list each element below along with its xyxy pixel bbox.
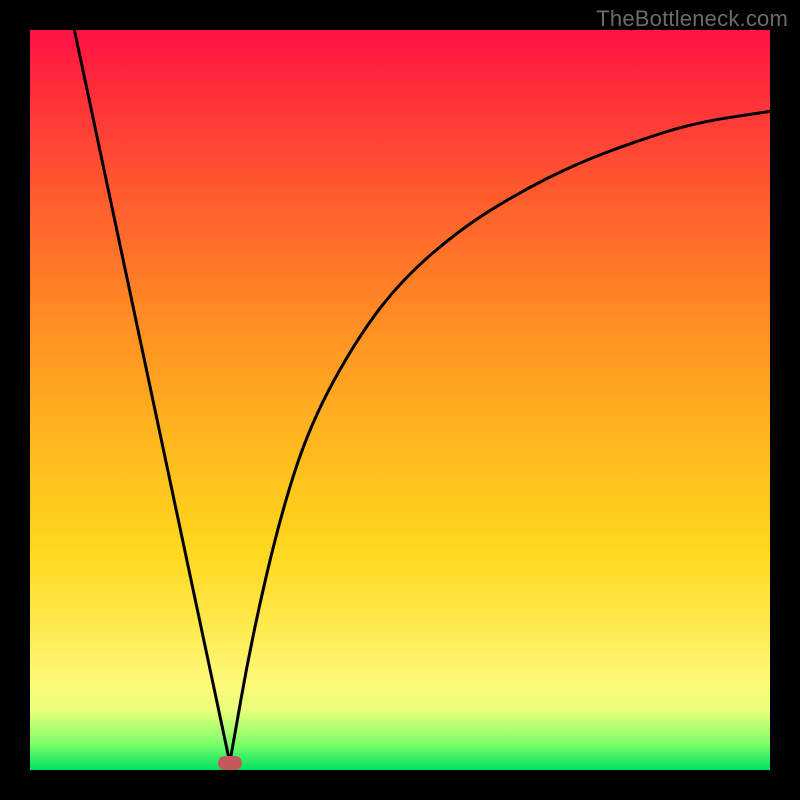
curve-path	[74, 30, 770, 763]
optimal-marker	[218, 756, 242, 770]
bottleneck-curve	[30, 30, 770, 770]
plot-area	[30, 30, 770, 770]
chart-frame: TheBottleneck.com	[0, 0, 800, 800]
credit-label: TheBottleneck.com	[596, 6, 788, 32]
